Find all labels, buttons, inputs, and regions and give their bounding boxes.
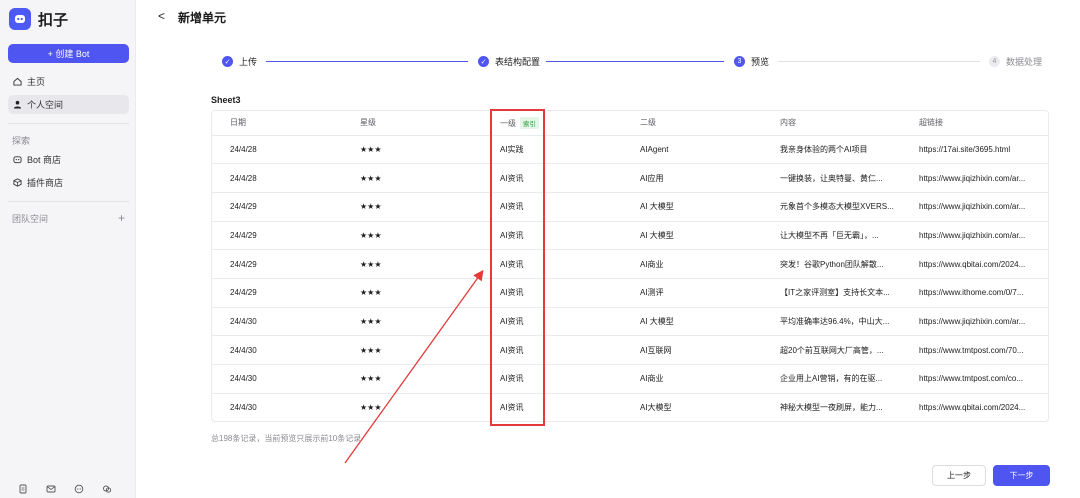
record-count-note: 总198条记录，当前预览只展示前10条记录 [211, 434, 362, 443]
annotation-arrow [344, 269, 484, 464]
previous-step-button[interactable]: 上一步 [932, 465, 986, 486]
next-step-button[interactable]: 下一步 [993, 465, 1050, 486]
